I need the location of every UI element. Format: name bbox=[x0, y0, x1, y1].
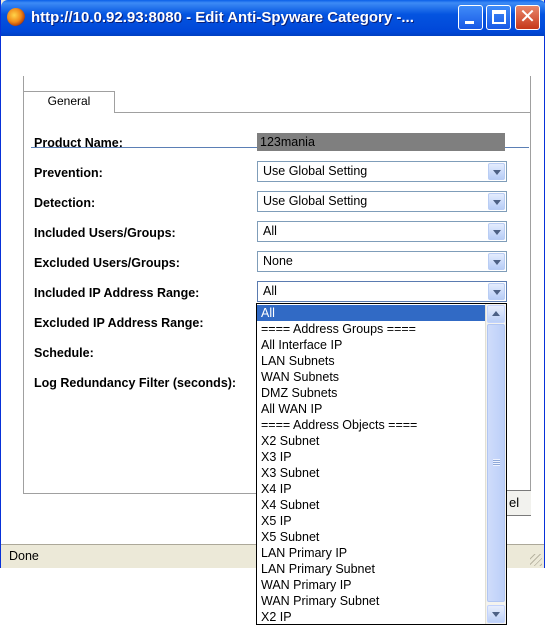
chevron-down-icon[interactable] bbox=[488, 193, 505, 210]
minimize-button[interactable] bbox=[458, 5, 483, 30]
tab-divider bbox=[115, 112, 531, 113]
dropdown-option[interactable]: All WAN IP bbox=[257, 401, 486, 417]
prevention-label: Prevention: bbox=[34, 166, 103, 180]
chevron-down-icon[interactable] bbox=[488, 223, 505, 240]
window-title: http://10.0.92.93:8080 - Edit Anti-Spywa… bbox=[31, 9, 414, 26]
prevention-value: Use Global Setting bbox=[263, 164, 368, 178]
dropdown-option[interactable]: DMZ Subnets bbox=[257, 385, 486, 401]
product-name-label: Product Name: bbox=[34, 136, 123, 150]
scrollbar-thumb[interactable] bbox=[487, 324, 505, 602]
dropdown-option[interactable]: X5 IP bbox=[257, 513, 486, 529]
minimize-icon bbox=[465, 21, 474, 24]
scroll-down-icon[interactable] bbox=[487, 605, 505, 623]
close-button[interactable]: ✕ bbox=[515, 5, 540, 30]
included-users-label: Included Users/Groups: bbox=[34, 226, 176, 240]
dropdown-option[interactable]: ==== Address Groups ==== bbox=[257, 321, 486, 337]
detection-value: Use Global Setting bbox=[263, 194, 368, 208]
dropdown-option[interactable]: All Interface IP bbox=[257, 337, 486, 353]
dropdown-option[interactable]: X2 Subnet bbox=[257, 433, 486, 449]
cancel-button-label: el bbox=[509, 495, 520, 510]
firefox-icon bbox=[7, 8, 25, 26]
detection-label: Detection: bbox=[34, 196, 96, 210]
excluded-users-value: None bbox=[263, 254, 293, 268]
included-users-select[interactable]: All bbox=[257, 221, 507, 242]
dropdown-option[interactable]: X3 IP bbox=[257, 449, 486, 465]
included-users-value: All bbox=[263, 224, 277, 238]
resize-grip-icon[interactable] bbox=[530, 554, 542, 566]
dropdown-scrollbar[interactable] bbox=[485, 304, 506, 624]
excluded-ip-label: Excluded IP Address Range: bbox=[34, 316, 204, 330]
dropdown-option[interactable]: X5 Subnet bbox=[257, 529, 486, 545]
maximize-icon bbox=[492, 10, 506, 24]
scroll-up-icon[interactable] bbox=[487, 305, 505, 323]
dropdown-option[interactable]: X2 IP bbox=[257, 609, 486, 624]
dropdown-option[interactable]: X4 Subnet bbox=[257, 497, 486, 513]
dropdown-option[interactable]: LAN Subnets bbox=[257, 353, 486, 369]
dropdown-option[interactable]: WAN Subnets bbox=[257, 369, 486, 385]
included-ip-value: All bbox=[263, 284, 277, 298]
dropdown-option[interactable]: X4 IP bbox=[257, 481, 486, 497]
included-ip-select[interactable]: All bbox=[257, 281, 507, 302]
dropdown-option[interactable]: LAN Primary Subnet bbox=[257, 561, 486, 577]
detection-select[interactable]: Use Global Setting bbox=[257, 191, 507, 212]
log-filter-label: Log Redundancy Filter (seconds): bbox=[34, 376, 237, 390]
dropdown-option[interactable]: WAN Primary Subnet bbox=[257, 593, 486, 609]
excluded-users-label: Excluded Users/Groups: bbox=[34, 256, 180, 270]
tab-general[interactable]: General bbox=[23, 91, 115, 113]
schedule-label: Schedule: bbox=[34, 346, 94, 360]
chevron-down-icon[interactable] bbox=[488, 253, 505, 270]
title-bar[interactable]: http://10.0.92.93:8080 - Edit Anti-Spywa… bbox=[1, 0, 545, 36]
dropdown-option[interactable]: WAN Primary IP bbox=[257, 577, 486, 593]
prevention-select[interactable]: Use Global Setting bbox=[257, 161, 507, 182]
excluded-users-select[interactable]: None bbox=[257, 251, 507, 272]
included-ip-dropdown-list[interactable]: All ==== Address Groups ==== All Interface… bbox=[256, 303, 507, 625]
included-ip-label: Included IP Address Range: bbox=[34, 286, 200, 300]
product-name-field: 123mania bbox=[257, 133, 505, 151]
dropdown-option[interactable]: All bbox=[257, 305, 486, 321]
dropdown-option[interactable]: LAN Primary IP bbox=[257, 545, 486, 561]
close-icon: ✕ bbox=[519, 6, 536, 28]
chevron-down-icon[interactable] bbox=[488, 163, 505, 180]
status-text: Done bbox=[9, 549, 39, 563]
dropdown-option[interactable]: ==== Address Objects ==== bbox=[257, 417, 486, 433]
dropdown-option[interactable]: X3 Subnet bbox=[257, 465, 486, 481]
maximize-button[interactable] bbox=[486, 5, 511, 30]
chevron-down-icon[interactable] bbox=[488, 283, 505, 300]
